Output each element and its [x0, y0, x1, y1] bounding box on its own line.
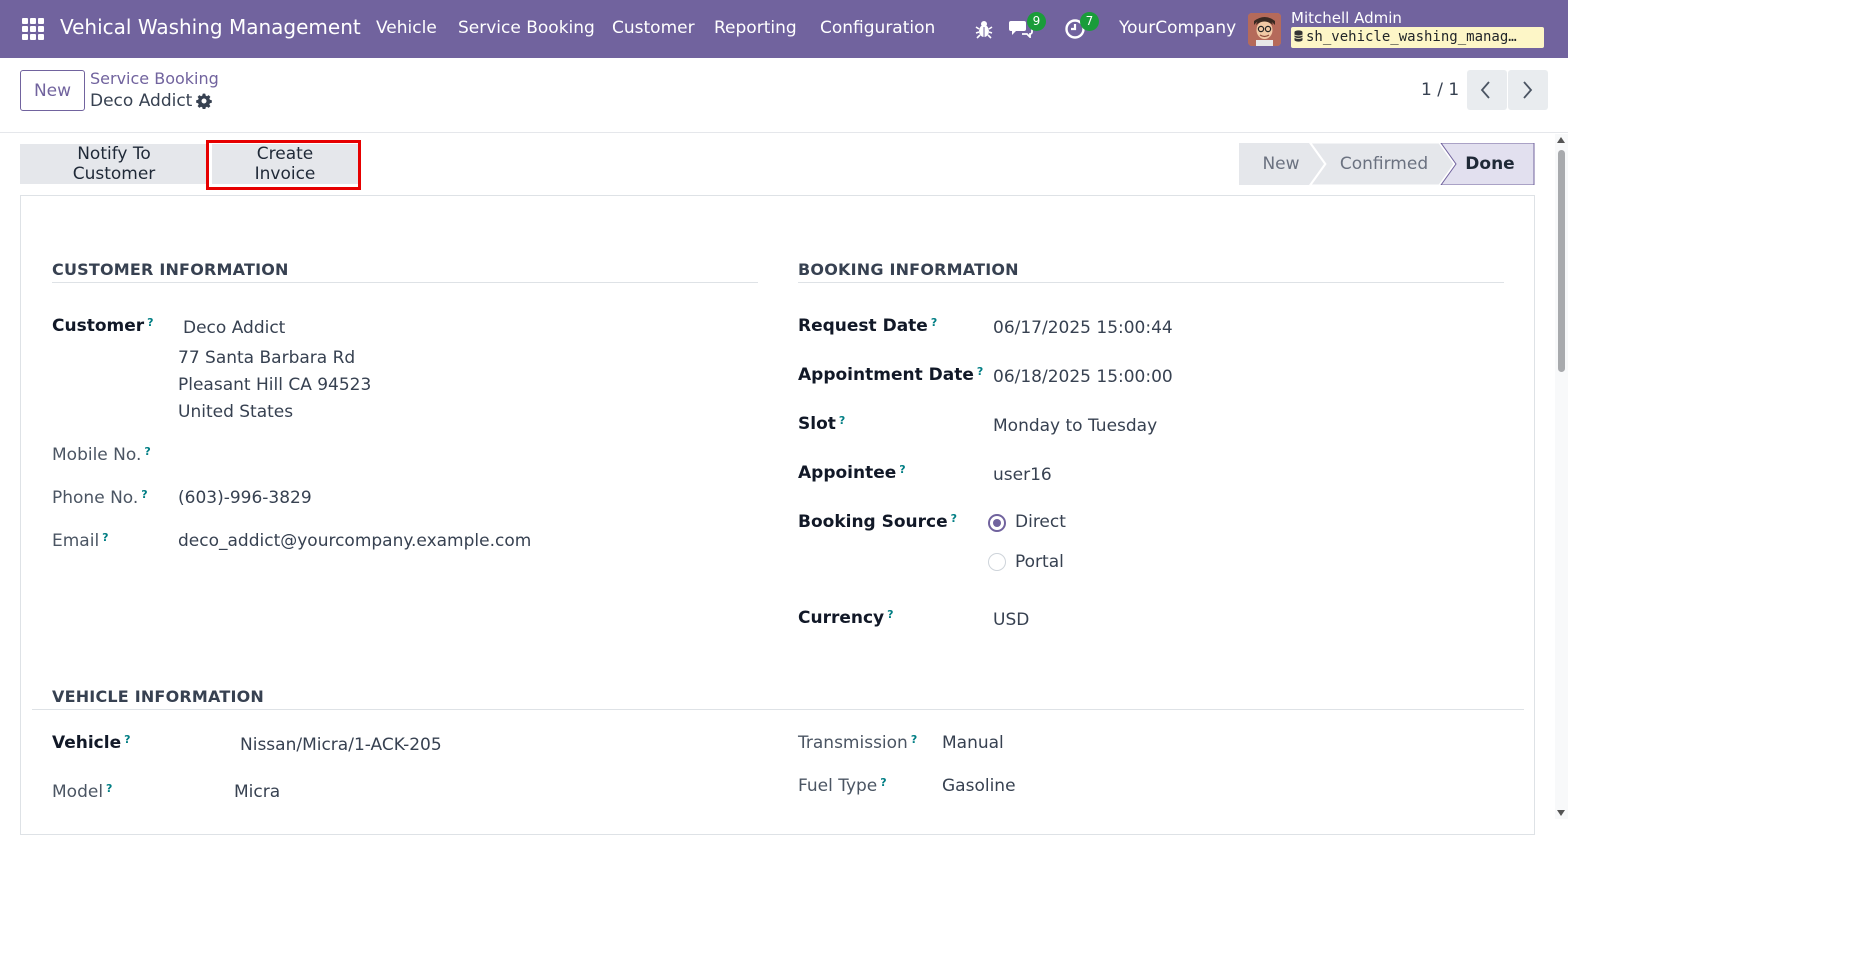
gear-icon[interactable] — [196, 93, 212, 110]
stage-confirmed[interactable]: Confirmed — [1325, 143, 1443, 185]
vehicle-label: Vehicle? — [52, 733, 131, 753]
booking-info-title: BOOKING INFORMATION — [798, 260, 1019, 279]
chevron-left-icon — [1480, 81, 1490, 99]
slot-label: Slot? — [798, 414, 846, 434]
vehicle-info-title: VEHICLE INFORMATION — [52, 687, 265, 706]
help-tooltip-icon[interactable]: ? — [141, 488, 147, 501]
activities-clock-icon[interactable]: 7 — [1064, 12, 1099, 42]
currency-field[interactable]: USD — [993, 610, 1029, 630]
stage-new[interactable]: New — [1239, 143, 1323, 185]
record-title: Deco Addict — [90, 91, 193, 111]
help-tooltip-icon[interactable]: ? — [887, 608, 893, 621]
booking-source-direct-label[interactable]: Direct — [1015, 512, 1066, 532]
appointee-label: Appointee? — [798, 463, 906, 483]
scrollbar-thumb[interactable] — [1558, 150, 1565, 372]
request-date-label: Request Date? — [798, 316, 938, 336]
pager-next-button[interactable] — [1508, 70, 1548, 110]
menu-reporting[interactable]: Reporting — [714, 18, 797, 38]
help-tooltip-icon[interactable]: ? — [124, 733, 130, 746]
notify-customer-button[interactable]: Notify To Customer — [20, 144, 208, 184]
email-label: Email? — [52, 531, 109, 551]
currency-label: Currency? — [798, 608, 894, 628]
new-record-button[interactable]: New — [20, 70, 85, 111]
database-icon — [1294, 28, 1303, 42]
vehicle-field[interactable]: Nissan/Micra/1-ACK-205 — [240, 735, 442, 755]
booking-source-portal-radio[interactable] — [988, 553, 1006, 571]
apps-grid-icon[interactable] — [22, 18, 44, 40]
customer-info-title: CUSTOMER INFORMATION — [52, 260, 289, 279]
help-tooltip-icon[interactable]: ? — [977, 365, 983, 378]
customer-address-line1: 77 Santa Barbara Rd — [178, 348, 356, 368]
section-divider — [32, 709, 1524, 710]
help-tooltip-icon[interactable]: ? — [102, 531, 108, 544]
stage-done[interactable]: Done — [1457, 143, 1523, 185]
control-panel: New Service Booking Deco Addict 1 / 1 — [0, 58, 1568, 133]
transmission-label: Transmission? — [798, 733, 918, 753]
bug-icon[interactable] — [975, 19, 993, 43]
model-label: Model? — [52, 782, 113, 802]
pager-previous-button[interactable] — [1467, 70, 1507, 110]
customer-address-line3: United States — [178, 402, 294, 422]
help-tooltip-icon[interactable]: ? — [899, 463, 905, 476]
phone-label: Phone No.? — [52, 488, 148, 508]
company-switcher[interactable]: YourCompany — [1119, 18, 1236, 38]
transmission-field: Manual — [942, 733, 1004, 753]
menu-vehicle[interactable]: Vehicle — [376, 18, 437, 38]
email-field[interactable]: deco_addict@yourcompany.example.com — [178, 531, 531, 551]
booking-source-direct-radio[interactable] — [988, 514, 1006, 532]
chevron-right-icon — [1523, 81, 1533, 99]
top-navbar: Vehical Washing Management Vehicle Servi… — [0, 0, 1568, 58]
database-name-text: sh_vehicle_washing_manag… — [1306, 29, 1517, 45]
help-tooltip-icon[interactable]: ? — [839, 414, 845, 427]
help-tooltip-icon[interactable]: ? — [951, 512, 957, 525]
menu-configuration[interactable]: Configuration — [820, 18, 935, 38]
highlight-annotation — [206, 140, 361, 190]
app-brand[interactable]: Vehical Washing Management — [60, 15, 361, 39]
menu-customer[interactable]: Customer — [612, 18, 695, 38]
messages-icon[interactable]: 9 — [1009, 12, 1046, 42]
phone-field[interactable]: (603)-996-3829 — [178, 488, 312, 508]
model-field: Micra — [234, 782, 281, 802]
help-tooltip-icon[interactable]: ? — [144, 445, 150, 458]
database-name: sh_vehicle_washing_manag… — [1291, 27, 1544, 48]
appointee-field[interactable]: user16 — [993, 465, 1052, 485]
help-tooltip-icon[interactable]: ? — [147, 316, 153, 329]
help-tooltip-icon[interactable]: ? — [931, 316, 937, 329]
appointment-date-field[interactable]: 06/18/2025 15:00:00 — [993, 367, 1173, 387]
messages-badge: 9 — [1027, 12, 1046, 31]
customer-name-link[interactable]: Deco Addict — [183, 318, 285, 338]
section-divider — [52, 282, 758, 283]
customer-label: Customer? — [52, 316, 154, 336]
help-tooltip-icon[interactable]: ? — [911, 733, 917, 746]
scroll-down-arrow-icon[interactable] — [1557, 810, 1565, 816]
slot-field[interactable]: Monday to Tuesday — [993, 416, 1157, 436]
fuel-type-label: Fuel Type? — [798, 776, 887, 796]
customer-address-line2: Pleasant Hill CA 94523 — [178, 375, 372, 395]
menu-service-booking[interactable]: Service Booking — [458, 18, 595, 38]
section-divider — [798, 282, 1504, 283]
scroll-up-arrow-icon[interactable] — [1557, 137, 1565, 143]
mobile-label: Mobile No.? — [52, 445, 151, 465]
user-name[interactable]: Mitchell Admin — [1291, 9, 1402, 27]
request-date-field[interactable]: 06/17/2025 15:00:44 — [993, 318, 1173, 338]
help-tooltip-icon[interactable]: ? — [106, 782, 112, 795]
help-tooltip-icon[interactable]: ? — [880, 776, 886, 789]
user-avatar[interactable] — [1248, 13, 1281, 46]
breadcrumb-service-booking[interactable]: Service Booking — [90, 69, 219, 88]
pager-value[interactable]: 1 / 1 — [1421, 80, 1459, 100]
booking-source-portal-label[interactable]: Portal — [1015, 552, 1064, 572]
appointment-date-label: Appointment Date? — [798, 365, 984, 385]
activities-badge: 7 — [1080, 12, 1099, 31]
fuel-type-field: Gasoline — [942, 776, 1016, 796]
booking-source-label: Booking Source? — [798, 512, 958, 532]
